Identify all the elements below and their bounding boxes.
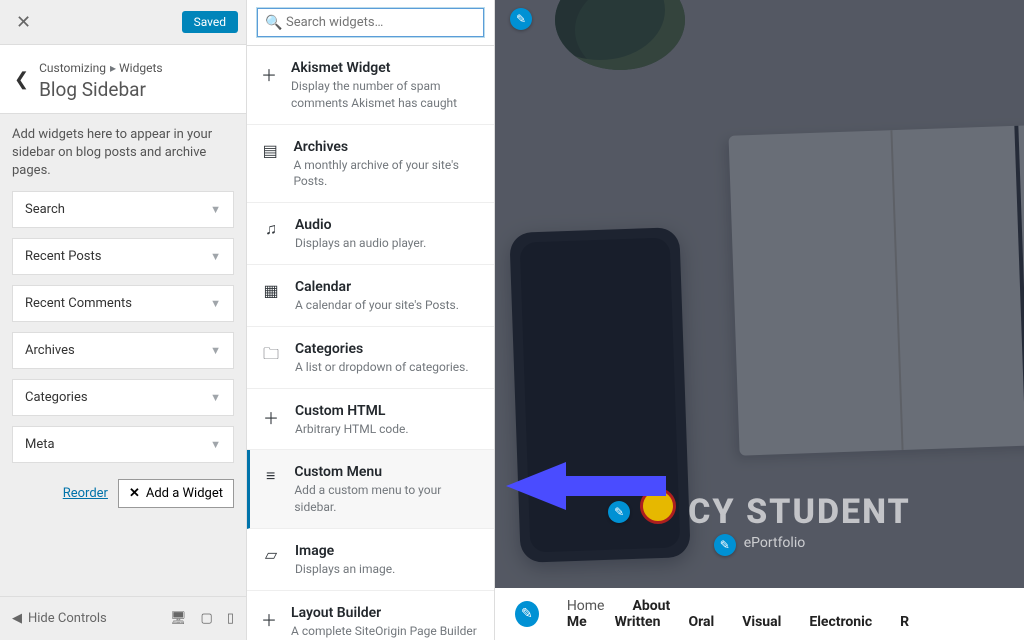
widget-pill[interactable]: Search ▼: [12, 191, 234, 228]
nav-link[interactable]: R: [900, 614, 909, 630]
search-input[interactable]: [257, 8, 484, 37]
widget-actions: Reorder ✕ Add a Widget: [0, 473, 246, 524]
widget-type-icon: ＋: [261, 60, 277, 112]
available-widget-item[interactable]: 🗀 Categories A list or dropdown of categor…: [247, 327, 494, 389]
customizer-panel: ✕ Saved ❮ Customizing ▸ Widgets Blog Sid…: [0, 0, 247, 640]
widget-type-icon: ▱: [261, 543, 281, 578]
nav-link[interactable]: Written: [615, 614, 661, 630]
widget-type-icon: ≡: [261, 464, 280, 516]
widget-pill[interactable]: Recent Comments ▼: [12, 285, 234, 322]
widget-pill[interactable]: Categories ▼: [12, 379, 234, 416]
reorder-link[interactable]: Reorder: [63, 486, 108, 501]
available-widgets-list: ＋ Akismet Widget Display the number of spa…: [247, 45, 494, 640]
chevron-down-icon: ▼: [210, 344, 221, 357]
chevron-down-icon: ▼: [210, 203, 221, 216]
available-widget-desc: Displays an image.: [295, 561, 395, 578]
available-widget-desc: A monthly archive of your site's Posts.: [293, 157, 480, 191]
available-widget-title: Image: [295, 543, 395, 559]
available-widget-title: Custom HTML: [295, 403, 409, 419]
nav-link[interactable]: Visual: [742, 614, 781, 630]
available-widget-item[interactable]: ≡ Custom Menu Add a custom menu to your si…: [247, 450, 494, 529]
widget-search: 🔍: [247, 0, 494, 45]
add-widget-button[interactable]: ✕ Add a Widget: [118, 479, 234, 508]
active-widgets-list: Search▼Recent Posts▼Recent Comments▼Arch…: [0, 191, 246, 473]
edit-shortcut-icon[interactable]: ✎: [608, 501, 630, 523]
widget-type-icon: ▦: [261, 279, 281, 314]
available-widget-item[interactable]: ＋ Custom HTML Arbitrary HTML code.: [247, 389, 494, 451]
widget-type-icon: ＋: [261, 403, 281, 438]
widget-type-icon: ＋: [261, 605, 277, 640]
add-widget-label: Add a Widget: [146, 486, 223, 501]
search-icon: 🔍: [265, 15, 282, 31]
available-widgets-panel: 🔍 ＋ Akismet Widget Display the number of s…: [247, 0, 495, 640]
edit-shortcut-icon[interactable]: ✎: [515, 601, 539, 627]
nav-link[interactable]: Home: [567, 598, 605, 614]
widget-pill-label: Search: [25, 202, 65, 217]
customizer-footer: ◀ Hide Controls 🖥 ▢ ▯: [0, 596, 246, 640]
site-logo: [640, 488, 676, 524]
chevron-down-icon: ▼: [210, 391, 221, 404]
edit-shortcut-icon[interactable]: ✎: [714, 534, 736, 556]
chevron-right-icon: ▸: [110, 61, 119, 75]
available-widget-desc: A list or dropdown of categories.: [295, 359, 469, 376]
available-widget-desc: Display the number of spam comments Akis…: [291, 78, 480, 112]
widget-pill-label: Meta: [25, 437, 55, 452]
chevron-down-icon: ▼: [210, 297, 221, 310]
widget-pill[interactable]: Recent Posts ▼: [12, 238, 234, 275]
site-tagline: ePortfolio: [744, 535, 805, 551]
saved-badge: Saved: [182, 11, 238, 33]
available-widget-item[interactable]: ＋ Akismet Widget Display the number of spa…: [247, 46, 494, 125]
panel-description: Add widgets here to appear in your sideb…: [0, 114, 246, 191]
close-icon: ✕: [129, 486, 140, 501]
available-widget-title: Calendar: [295, 279, 459, 295]
back-button[interactable]: ❮: [14, 69, 29, 90]
close-icon[interactable]: ✕: [8, 8, 39, 37]
widget-type-icon: ♫: [261, 217, 281, 252]
customizer-topbar: ✕ Saved: [0, 0, 246, 44]
widget-pill[interactable]: Archives ▼: [12, 332, 234, 369]
widget-pill[interactable]: Meta ▼: [12, 426, 234, 463]
nav-link[interactable]: Electronic: [809, 614, 872, 630]
available-widget-title: Custom Menu: [294, 464, 480, 480]
available-widget-item[interactable]: ▤ Archives A monthly archive of your site'…: [247, 125, 494, 204]
chevron-down-icon: ▼: [210, 438, 221, 451]
available-widget-title: Audio: [295, 217, 426, 233]
site-preview: ✎ ✎ CY STUDENT ✎ ePortfolio ✎ HomeAbout …: [495, 0, 1024, 640]
widget-type-icon: 🗀: [261, 341, 281, 376]
widget-pill-label: Archives: [25, 343, 75, 358]
available-widget-title: Layout Builder: [291, 605, 480, 621]
available-widget-item[interactable]: ♫ Audio Displays an audio player.: [247, 203, 494, 265]
preview-navbar: ✎ HomeAbout MeWrittenOralVisualElectroni…: [495, 588, 1024, 640]
available-widget-item[interactable]: ▱ Image Displays an image.: [247, 529, 494, 591]
site-title: CY STUDENT: [688, 492, 911, 532]
available-widget-item[interactable]: ＋ Layout Builder A complete SiteOrigin Pag…: [247, 591, 494, 640]
available-widget-title: Akismet Widget: [291, 60, 480, 76]
available-widget-desc: A complete SiteOrigin Page Builder layou…: [291, 623, 480, 640]
breadcrumb-parent: Widgets: [119, 61, 163, 75]
preview-hero: ✎ CY STUDENT ✎ ePortfolio: [495, 480, 1024, 554]
desktop-preview-icon[interactable]: 🖥: [170, 611, 187, 626]
widget-pill-label: Recent Comments: [25, 296, 132, 311]
edit-shortcut-icon[interactable]: ✎: [510, 8, 532, 30]
hide-controls-button[interactable]: ◀ Hide Controls: [12, 611, 107, 626]
collapse-icon: ◀: [12, 611, 22, 626]
widget-pill-label: Recent Posts: [25, 249, 101, 264]
available-widget-item[interactable]: ▦ Calendar A calendar of your site's Posts…: [247, 265, 494, 327]
breadcrumb-customizing: Customizing: [39, 61, 106, 75]
chevron-down-icon: ▼: [210, 250, 221, 263]
widget-type-icon: ▤: [261, 139, 279, 191]
available-widget-desc: A calendar of your site's Posts.: [295, 297, 459, 314]
breadcrumb: ❮ Customizing ▸ Widgets Blog Sidebar: [0, 44, 246, 114]
available-widget-desc: Displays an audio player.: [295, 235, 426, 252]
available-widget-title: Categories: [295, 341, 469, 357]
panel-title: Blog Sidebar: [39, 78, 162, 101]
mobile-preview-icon[interactable]: ▯: [227, 611, 234, 626]
available-widget-title: Archives: [293, 139, 480, 155]
nav-link[interactable]: Oral: [688, 614, 714, 630]
widget-pill-label: Categories: [25, 390, 88, 405]
available-widget-desc: Add a custom menu to your sidebar.: [294, 482, 480, 516]
tablet-preview-icon[interactable]: ▢: [201, 611, 213, 626]
available-widget-desc: Arbitrary HTML code.: [295, 421, 409, 438]
hide-controls-label: Hide Controls: [28, 611, 107, 626]
